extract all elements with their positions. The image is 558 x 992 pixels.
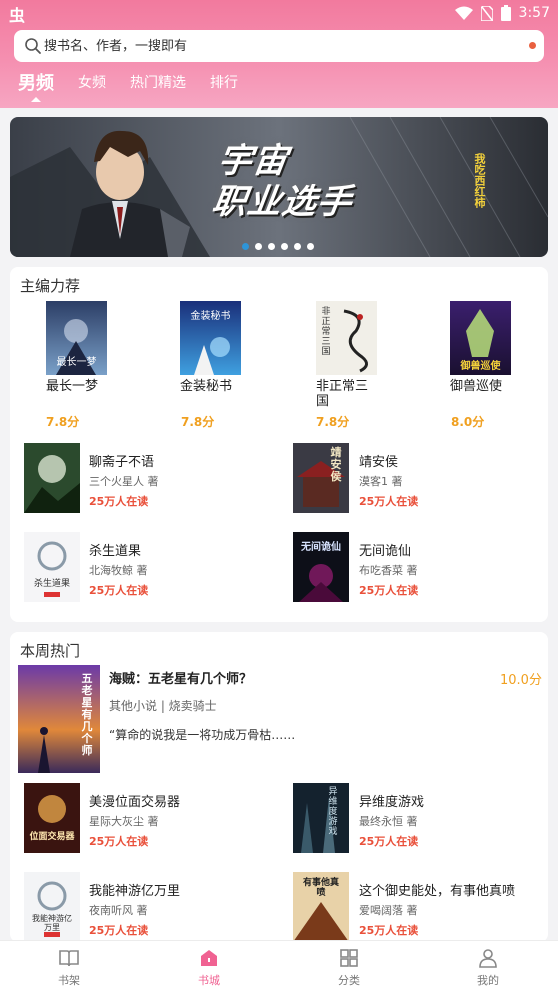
reading-count: 25万人在读	[359, 495, 419, 508]
editor-picks-section: 主编力荐 最长一梦 最长一梦 7.8分 金装秘书 金装秘书 7.8分 非正常三国…	[10, 267, 548, 622]
status-bar: 虫 3:57	[0, 0, 558, 26]
reading-count: 25万人在读	[359, 835, 419, 848]
book-cover: 靖安侯	[293, 443, 349, 513]
reading-count: 25万人在读	[89, 924, 149, 937]
reading-count: 25万人在读	[89, 835, 149, 848]
book-cover: 我能神游亿万里	[24, 872, 80, 942]
book-author: 夜南听风 著	[89, 904, 148, 917]
reading-count: 25万人在读	[89, 495, 149, 508]
search-input[interactable]	[44, 30, 514, 62]
nav-category[interactable]: 分类	[309, 947, 389, 991]
search-icon	[25, 38, 41, 54]
book-title: 我能神游亿万里	[89, 884, 181, 899]
book-cover: 最长一梦	[46, 301, 107, 375]
book-author: 星际大灰尘 著	[89, 815, 159, 828]
book-cover: 御兽巡使	[450, 301, 511, 375]
carousel-dot[interactable]	[242, 243, 249, 250]
carousel-dot[interactable]	[268, 243, 275, 250]
book-title: 无间诡仙	[359, 544, 412, 559]
status-time: 3:57	[518, 5, 550, 21]
tab-ranking[interactable]: 排行	[210, 72, 238, 102]
app-logo-icon: 虫	[9, 6, 26, 25]
book-title: 御兽巡使	[450, 379, 503, 394]
book-cover: 有事他真喷	[293, 872, 349, 942]
home-icon	[201, 950, 217, 966]
book-score: 8.0分	[451, 415, 485, 429]
wifi-icon	[454, 6, 473, 20]
book-excerpt: “算命的说我是一将功成万骨枯……	[109, 728, 296, 742]
book-score: 7.8分	[316, 415, 350, 429]
weekly-hot-section: 本周热门 五老星有几个师 海贼：五老星有几个师？ 10.0分 其他小说 | 烧卖…	[10, 632, 548, 942]
header: 虫 3:57 男频 女频 热门精选 排行	[0, 0, 558, 108]
carousel-indicators	[242, 243, 314, 250]
banner-carousel[interactable]: 宇宙 职业选手 我吃西红柿	[10, 117, 548, 257]
status-icons: 3:57	[454, 3, 550, 23]
bottom-navigation: 书架 书城 分类 我的	[0, 940, 558, 992]
nav-profile[interactable]: 我的	[448, 947, 528, 991]
book-author: 漠客1 著	[359, 475, 403, 488]
book-title: 靖安侯	[359, 455, 399, 470]
nav-label: 书城	[198, 974, 220, 987]
carousel-dot[interactable]	[255, 243, 262, 250]
section-title: 本周热门	[20, 642, 81, 660]
nav-label: 书架	[58, 974, 80, 987]
book-title: 美漫位面交易器	[89, 795, 181, 810]
carousel-dot[interactable]	[281, 243, 288, 250]
carousel-dot[interactable]	[307, 243, 314, 250]
nav-label: 分类	[338, 974, 360, 987]
book-title: 非正常三国	[316, 379, 369, 409]
book-title: 杀生道果	[89, 544, 142, 559]
book-cover: 金装秘书	[180, 301, 241, 375]
book-title: 海贼：五老星有几个师？	[109, 672, 253, 687]
book-meta: 其他小说 | 烧卖骑士	[109, 699, 217, 713]
nav-label: 我的	[477, 974, 499, 987]
battery-icon	[500, 5, 511, 21]
reading-count: 25万人在读	[89, 584, 149, 597]
banner-author: 我吃西红柿	[473, 153, 486, 208]
book-cover: 无间诡仙	[293, 532, 349, 602]
grid-icon	[340, 949, 358, 967]
tab-male[interactable]: 男频	[18, 69, 54, 102]
book-author: 爱喝阔落 著	[359, 904, 418, 917]
book-title: 这个御史能处，有事他真喷	[359, 884, 516, 899]
book-cover: 非正常三国	[316, 301, 377, 375]
book-title: 最长一梦	[46, 379, 99, 394]
book-author: 最终永恒 著	[359, 815, 418, 828]
book-score: 7.8分	[46, 415, 80, 429]
category-tabs: 男频 女频 热门精选 排行	[18, 70, 262, 102]
book-title: 聊斋子不语	[89, 455, 155, 470]
book-title: 异维度游戏	[359, 795, 425, 810]
book-author: 北海牧鲸 著	[89, 564, 148, 577]
book-score: 7.8分	[181, 415, 215, 429]
tab-hot-picks[interactable]: 热门精选	[130, 72, 186, 102]
book-score: 10.0分	[500, 673, 542, 688]
book-cover: 位面交易器	[24, 783, 80, 853]
user-icon	[479, 949, 497, 968]
tab-female[interactable]: 女频	[78, 72, 106, 102]
section-title: 主编力荐	[20, 277, 81, 295]
notification-dot	[529, 42, 536, 49]
book-author: 布吃香菜 著	[359, 564, 418, 577]
book-open-icon	[59, 950, 79, 967]
reading-count: 25万人在读	[359, 584, 419, 597]
nav-bookstore[interactable]: 书城	[169, 947, 249, 991]
carousel-dot[interactable]	[294, 243, 301, 250]
book-cover: 五老星有几个师	[18, 665, 100, 773]
book-cover: 异维度游戏	[293, 783, 349, 853]
book-cover: 杀生道果	[24, 532, 80, 602]
banner-title: 宇宙 职业选手	[209, 141, 355, 222]
search-bar[interactable]	[14, 30, 544, 62]
book-cover	[24, 443, 80, 513]
no-sim-icon	[480, 5, 493, 21]
book-title: 金装秘书	[180, 379, 233, 394]
book-author: 三个火星人 著	[89, 475, 159, 488]
reading-count: 25万人在读	[359, 924, 419, 937]
nav-bookshelf[interactable]: 书架	[29, 947, 109, 991]
